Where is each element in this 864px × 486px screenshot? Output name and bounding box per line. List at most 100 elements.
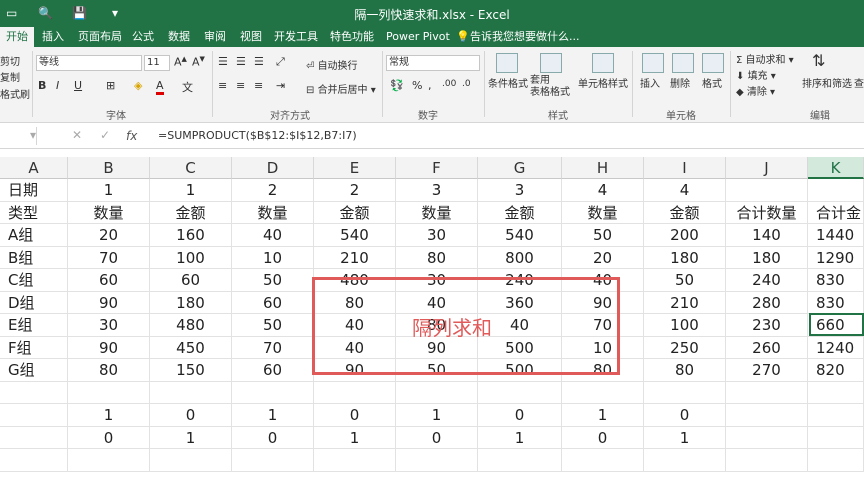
sort-filter-icon[interactable]: ⇅ xyxy=(812,51,825,70)
tab-formulas[interactable]: 公式 xyxy=(132,27,154,47)
cell-f-row-3[interactable]: 30 xyxy=(396,224,478,247)
cell-k-row-5[interactable]: 830 xyxy=(808,269,864,292)
italic-button[interactable]: I xyxy=(56,79,59,92)
cell-j-row-3[interactable]: 140 xyxy=(726,224,808,247)
tab-power-pivot[interactable]: Power Pivot xyxy=(386,27,450,47)
merge-center-button[interactable]: ⊟ 合并后居中 ▾ xyxy=(306,81,376,96)
align-bottom-icon[interactable]: ☰ xyxy=(254,55,264,68)
align-left-icon[interactable]: ≡ xyxy=(218,79,227,92)
cell-d-row-7[interactable]: 50 xyxy=(232,314,314,337)
column-header-i[interactable]: I xyxy=(644,157,726,179)
percent-icon[interactable]: % xyxy=(412,79,422,92)
cell-j-row-6[interactable]: 280 xyxy=(726,291,808,314)
tab-data[interactable]: 数据 xyxy=(168,27,190,47)
font-name-select[interactable]: 等线 xyxy=(36,55,142,71)
cell-i-row-12[interactable]: 1 xyxy=(644,426,726,449)
cell-c-row-3[interactable]: 160 xyxy=(150,224,232,247)
autosum-button[interactable]: Σ 自动求和 ▾ xyxy=(736,51,794,66)
cell-h-row-13[interactable] xyxy=(562,449,644,472)
cell-c-row-4[interactable]: 100 xyxy=(150,246,232,269)
cell-h-row-4[interactable]: 20 xyxy=(562,246,644,269)
format-table-button[interactable]: 套用 表格格式 xyxy=(530,75,570,99)
cell-a-row-9[interactable]: G组 xyxy=(0,359,68,382)
cell-f-row-4[interactable]: 80 xyxy=(396,246,478,269)
cell-d-row-5[interactable]: 50 xyxy=(232,269,314,292)
cell-d-row-2[interactable]: 数量 xyxy=(232,201,314,224)
column-header-c[interactable]: C xyxy=(150,157,232,179)
cell-i-row-6[interactable]: 210 xyxy=(644,291,726,314)
cell-h-row-3[interactable]: 50 xyxy=(562,224,644,247)
orientation-icon[interactable]: ⤢ xyxy=(276,55,285,69)
cell-e-row-10[interactable] xyxy=(314,381,396,404)
fill-color-icon[interactable]: ◈ xyxy=(134,79,142,92)
cell-a-row-11[interactable] xyxy=(0,404,68,427)
cell-e-row-4[interactable]: 210 xyxy=(314,246,396,269)
cell-g-row-12[interactable]: 1 xyxy=(478,426,562,449)
column-header-k[interactable]: K xyxy=(808,157,864,179)
cell-a-row-4[interactable]: B组 xyxy=(0,246,68,269)
cell-h-row-10[interactable] xyxy=(562,381,644,404)
tab-special[interactable]: 特色功能 xyxy=(330,27,374,47)
cell-i-row-8[interactable]: 250 xyxy=(644,336,726,359)
cell-i-row-10[interactable] xyxy=(644,381,726,404)
cell-b-row-2[interactable]: 数量 xyxy=(68,201,150,224)
cell-a-row-3[interactable]: A组 xyxy=(0,224,68,247)
cell-k-row-11[interactable] xyxy=(808,404,864,427)
column-header-j[interactable]: J xyxy=(726,157,808,179)
cell-b-row-9[interactable]: 80 xyxy=(68,359,150,382)
cell-h-row-1[interactable]: 4 xyxy=(562,179,644,202)
column-header-b[interactable]: B xyxy=(68,157,150,179)
cell-i-row-1[interactable]: 4 xyxy=(644,179,726,202)
cell-c-row-5[interactable]: 60 xyxy=(150,269,232,292)
tab-developer[interactable]: 开发工具 xyxy=(274,27,318,47)
column-header-g[interactable]: G xyxy=(478,157,562,179)
cell-f-row-1[interactable]: 3 xyxy=(396,179,478,202)
cell-c-row-9[interactable]: 150 xyxy=(150,359,232,382)
cell-i-row-9[interactable]: 80 xyxy=(644,359,726,382)
copy-button[interactable]: 复制 xyxy=(0,69,20,84)
cell-b-row-7[interactable]: 30 xyxy=(68,314,150,337)
phonetic-icon[interactable]: 文 xyxy=(182,79,193,95)
insert-function-icon[interactable]: fx xyxy=(126,129,137,143)
cell-i-row-4[interactable]: 180 xyxy=(644,246,726,269)
cell-f-row-10[interactable] xyxy=(396,381,478,404)
cell-c-row-2[interactable]: 金额 xyxy=(150,201,232,224)
cell-j-row-10[interactable] xyxy=(726,381,808,404)
cell-c-row-12[interactable]: 1 xyxy=(150,426,232,449)
cell-e-row-12[interactable]: 1 xyxy=(314,426,396,449)
cell-c-row-1[interactable]: 1 xyxy=(150,179,232,202)
cell-f-row-11[interactable]: 1 xyxy=(396,404,478,427)
cell-k-row-4[interactable]: 1290 xyxy=(808,246,864,269)
comma-icon[interactable]: , xyxy=(428,79,432,92)
column-header-d[interactable]: D xyxy=(232,157,314,179)
cell-k-row-8[interactable]: 1240 xyxy=(808,336,864,359)
cell-c-row-11[interactable]: 0 xyxy=(150,404,232,427)
cell-c-row-6[interactable]: 180 xyxy=(150,291,232,314)
cell-g-row-4[interactable]: 800 xyxy=(478,246,562,269)
cell-k-row-13[interactable] xyxy=(808,449,864,472)
align-top-icon[interactable]: ☰ xyxy=(218,55,228,68)
cell-d-row-8[interactable]: 70 xyxy=(232,336,314,359)
cell-b-row-8[interactable]: 90 xyxy=(68,336,150,359)
column-header-f[interactable]: F xyxy=(396,157,478,179)
cell-j-row-5[interactable]: 240 xyxy=(726,269,808,292)
cell-c-row-7[interactable]: 480 xyxy=(150,314,232,337)
cell-a-row-5[interactable]: C组 xyxy=(0,269,68,292)
shrink-font-icon[interactable]: A▼ xyxy=(192,55,205,69)
cell-b-row-11[interactable]: 1 xyxy=(68,404,150,427)
cell-a-row-7[interactable]: E组 xyxy=(0,314,68,337)
decrease-decimal-icon[interactable]: .0 xyxy=(462,79,471,89)
cell-k-row-6[interactable]: 830 xyxy=(808,291,864,314)
column-header-e[interactable]: E xyxy=(314,157,396,179)
font-color-icon[interactable]: A xyxy=(156,79,164,95)
cell-b-row-10[interactable] xyxy=(68,381,150,404)
cell-d-row-11[interactable]: 1 xyxy=(232,404,314,427)
cell-k-row-9[interactable]: 820 xyxy=(808,359,864,382)
align-right-icon[interactable]: ≡ xyxy=(254,79,263,92)
cell-a-row-12[interactable] xyxy=(0,426,68,449)
cell-h-row-12[interactable]: 0 xyxy=(562,426,644,449)
cell-b-row-12[interactable]: 0 xyxy=(68,426,150,449)
cell-j-row-1[interactable] xyxy=(726,179,808,202)
cell-i-row-2[interactable]: 金额 xyxy=(644,201,726,224)
cell-j-row-2[interactable]: 合计数量 xyxy=(726,201,808,224)
